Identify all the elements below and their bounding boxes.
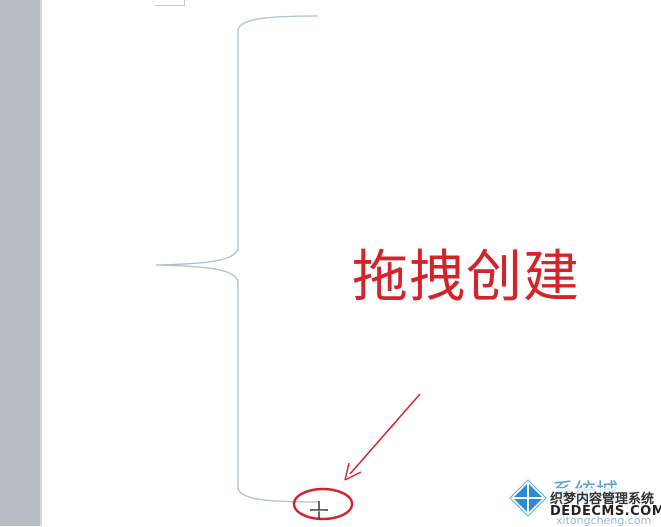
windows-logo-icon [509, 479, 547, 517]
highlight-circle [292, 487, 354, 521]
watermark: 系统城 织梦内容管理系统 DEDECMS.COM xitongcheng.com [508, 474, 661, 527]
left-brace-shape[interactable] [155, 15, 319, 503]
crosshair-cursor-icon [310, 501, 328, 519]
annotation-arrow-line [349, 393, 421, 475]
annotation-label: 拖拽创建 [352, 245, 580, 310]
document-window: 拖拽创建 系统城 织梦内容管理系统 DEDECMS.COM xitongchen… [0, 0, 661, 527]
watermark-url: xitongcheng.com [556, 514, 652, 527]
